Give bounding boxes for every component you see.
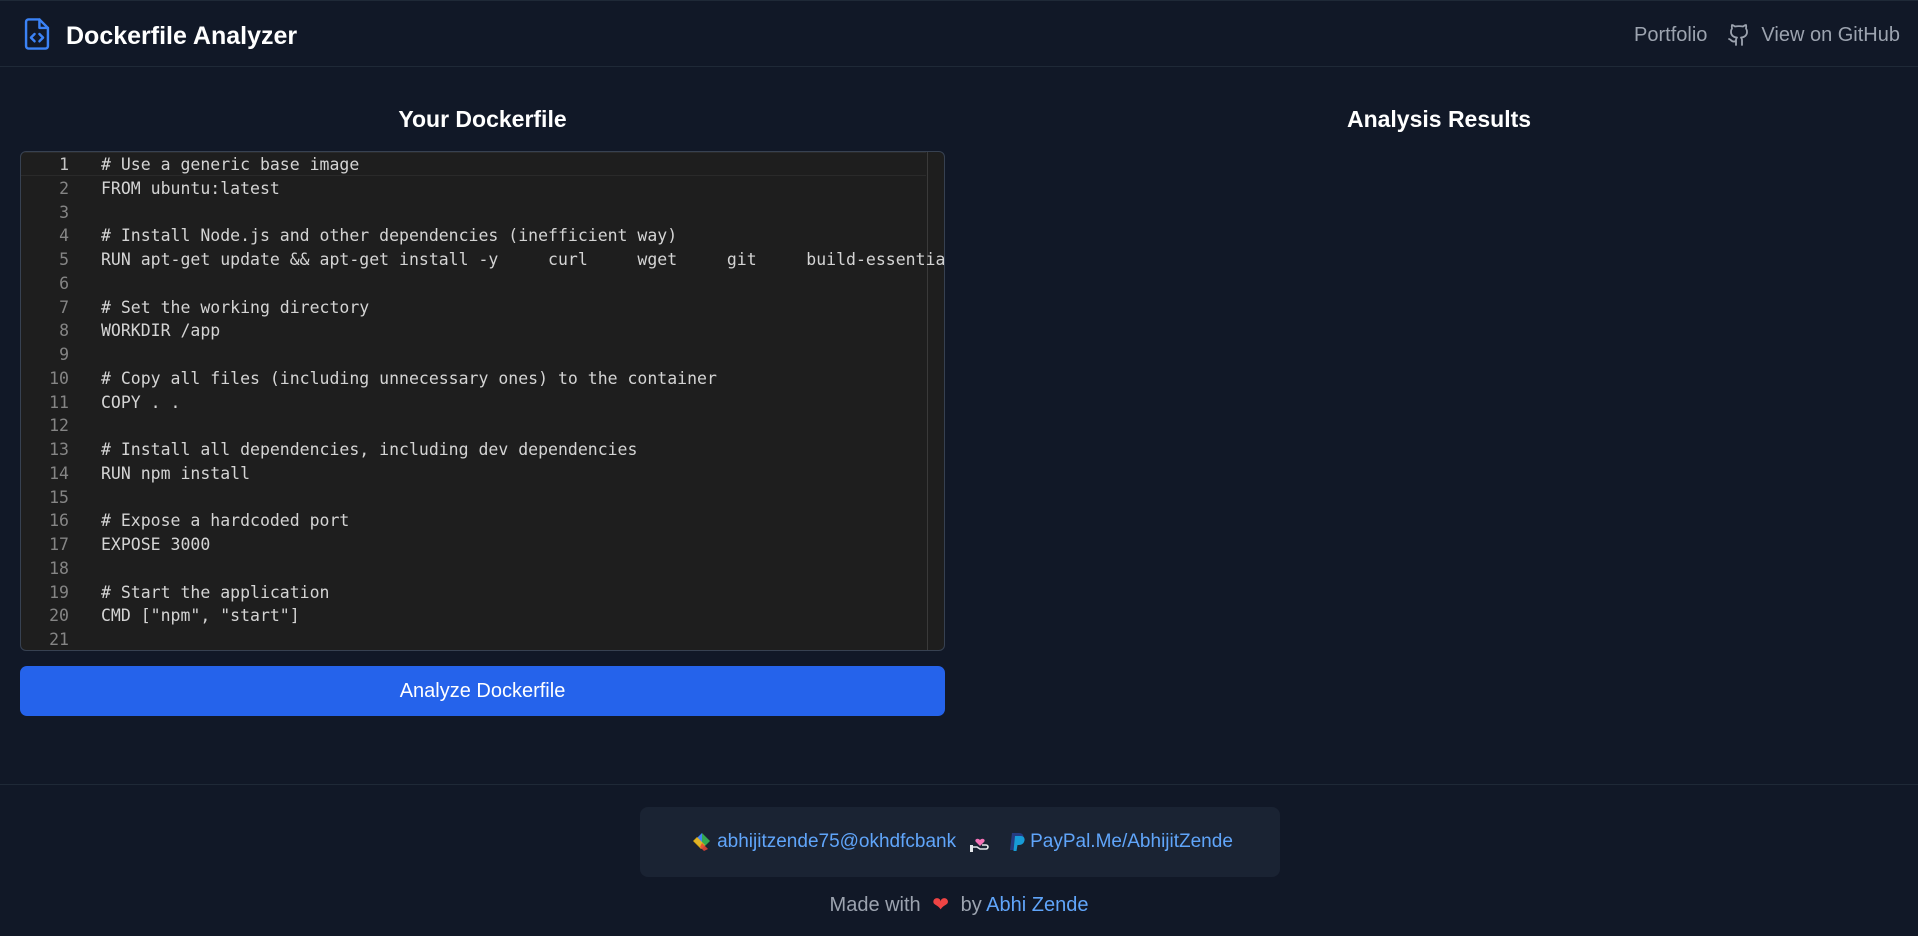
code-line[interactable]: 4 # Install Node.js and other dependencie… xyxy=(21,224,926,248)
code-line[interactable]: 16 # Expose a hardcoded port xyxy=(21,509,926,533)
line-number: 1 xyxy=(59,155,69,174)
code-line[interactable]: 12 xyxy=(21,414,926,438)
code-line[interactable]: 17 EXPOSE 3000 xyxy=(21,533,926,557)
code-line[interactable]: 11 COPY . . xyxy=(21,391,926,415)
line-number: 18 xyxy=(49,558,69,578)
upi-link[interactable]: abhijitzende75@okhdfcbank xyxy=(717,831,956,853)
made-prefix: Made with xyxy=(829,894,921,916)
line-number: 11 xyxy=(49,392,69,412)
line-number: 3 xyxy=(59,202,69,222)
line-text: # Start the application xyxy=(101,582,330,602)
brand[interactable]: Dockerfile Analyzer xyxy=(22,17,297,56)
line-number: 20 xyxy=(49,606,69,626)
app-title: Dockerfile Analyzer xyxy=(66,22,298,50)
nav-github-label: View on GitHub xyxy=(1761,23,1900,46)
app-header: Dockerfile Analyzer Portfolio View on Gi… xyxy=(0,0,1918,67)
code-line[interactable]: 2 FROM ubuntu:latest xyxy=(21,177,926,201)
analyze-dockerfile-button[interactable]: Analyze Dockerfile xyxy=(20,666,945,716)
code-line[interactable]: 15 xyxy=(21,486,926,510)
made-by: by xyxy=(960,894,982,916)
paypal-icon xyxy=(1008,832,1026,852)
footer: abhijitzende75@okhdfcbank PayPal.Me/Abhi… xyxy=(0,784,1918,936)
made-with-credit: Made with ❤ by Abhi Zende xyxy=(0,892,1918,917)
code-line[interactable]: 5 RUN apt-get update && apt-get install -… xyxy=(21,248,944,272)
line-number: 19 xyxy=(49,582,69,602)
line-text: # Use a generic base image xyxy=(101,155,360,174)
code-line[interactable]: 13 # Install all dependencies, including … xyxy=(21,438,926,462)
results-title: Analysis Results xyxy=(1346,106,1532,132)
code-line[interactable]: 20 CMD ["npm", "start"] xyxy=(21,604,926,628)
line-number: 6 xyxy=(59,273,69,293)
dockerfile-editor[interactable]: 1 # Use a generic base image 2 FROM ubuntu:… xyxy=(20,151,945,651)
line-number: 21 xyxy=(49,630,69,649)
code-line[interactable]: 1 # Use a generic base image xyxy=(21,153,926,177)
nav-portfolio-link[interactable]: Portfolio xyxy=(1634,24,1707,47)
line-number: 16 xyxy=(49,511,69,531)
code-line[interactable]: 9 xyxy=(21,343,926,367)
line-text: # Install all dependencies, including de… xyxy=(101,440,638,459)
line-text: RUN apt-get update && apt-get install -y… xyxy=(101,250,945,269)
code-line[interactable]: 6 xyxy=(21,272,926,296)
code-line[interactable]: 3 xyxy=(21,201,926,225)
line-text: # Copy all files (including unnecessary … xyxy=(101,368,717,388)
code-line[interactable]: 8 WORKDIR /app xyxy=(21,319,926,343)
editor-title: Your Dockerfile xyxy=(398,106,567,132)
line-number: 10 xyxy=(49,368,69,388)
line-text: FROM ubuntu:latest xyxy=(101,178,280,198)
donation-box: abhijitzende75@okhdfcbank PayPal.Me/Abhi… xyxy=(640,807,1280,877)
line-number: 8 xyxy=(59,321,69,341)
code-line[interactable]: 21 xyxy=(21,628,926,650)
line-text: RUN npm install xyxy=(101,463,251,483)
line-number: 12 xyxy=(49,416,69,436)
line-text: COPY . . xyxy=(101,392,181,412)
line-text: # Set the working directory xyxy=(101,297,370,317)
top-nav: Portfolio View on GitHub xyxy=(1634,23,1900,47)
line-text: EXPOSE 3000 xyxy=(101,535,211,554)
line-number: 17 xyxy=(49,535,69,554)
code-line[interactable]: 14 RUN npm install xyxy=(21,462,926,486)
file-code-icon xyxy=(22,17,52,56)
line-number: 15 xyxy=(49,487,69,507)
line-number: 5 xyxy=(59,250,69,269)
line-number: 14 xyxy=(49,463,69,483)
code-line[interactable]: 10 # Copy all files (including unnecessar… xyxy=(21,367,926,391)
code-line[interactable]: 7 # Set the working directory xyxy=(21,296,926,320)
heart-icon: ❤ xyxy=(932,894,950,916)
charity-hand-icon xyxy=(968,830,992,854)
line-number: 2 xyxy=(59,178,69,198)
line-text: # Install Node.js and other dependencies… xyxy=(101,226,678,246)
nav-github-link[interactable]: View on GitHub xyxy=(1727,23,1900,47)
line-text: # Expose a hardcoded port xyxy=(101,511,350,531)
line-number: 7 xyxy=(59,297,69,317)
paypal-link[interactable]: PayPal.Me/AbhijitZende xyxy=(1030,831,1233,853)
line-number: 4 xyxy=(59,226,69,246)
line-number: 13 xyxy=(49,440,69,459)
line-text: CMD ["npm", "start"] xyxy=(101,606,300,626)
code-line[interactable]: 18 xyxy=(21,557,926,581)
google-pay-icon xyxy=(691,831,713,853)
line-number: 9 xyxy=(59,345,69,364)
code-line[interactable]: 19 # Start the application xyxy=(21,581,926,605)
line-text: WORKDIR /app xyxy=(101,321,221,341)
editor-ruler xyxy=(927,152,928,650)
github-icon xyxy=(1728,24,1749,46)
author-link[interactable]: Abhi Zende xyxy=(986,894,1088,916)
